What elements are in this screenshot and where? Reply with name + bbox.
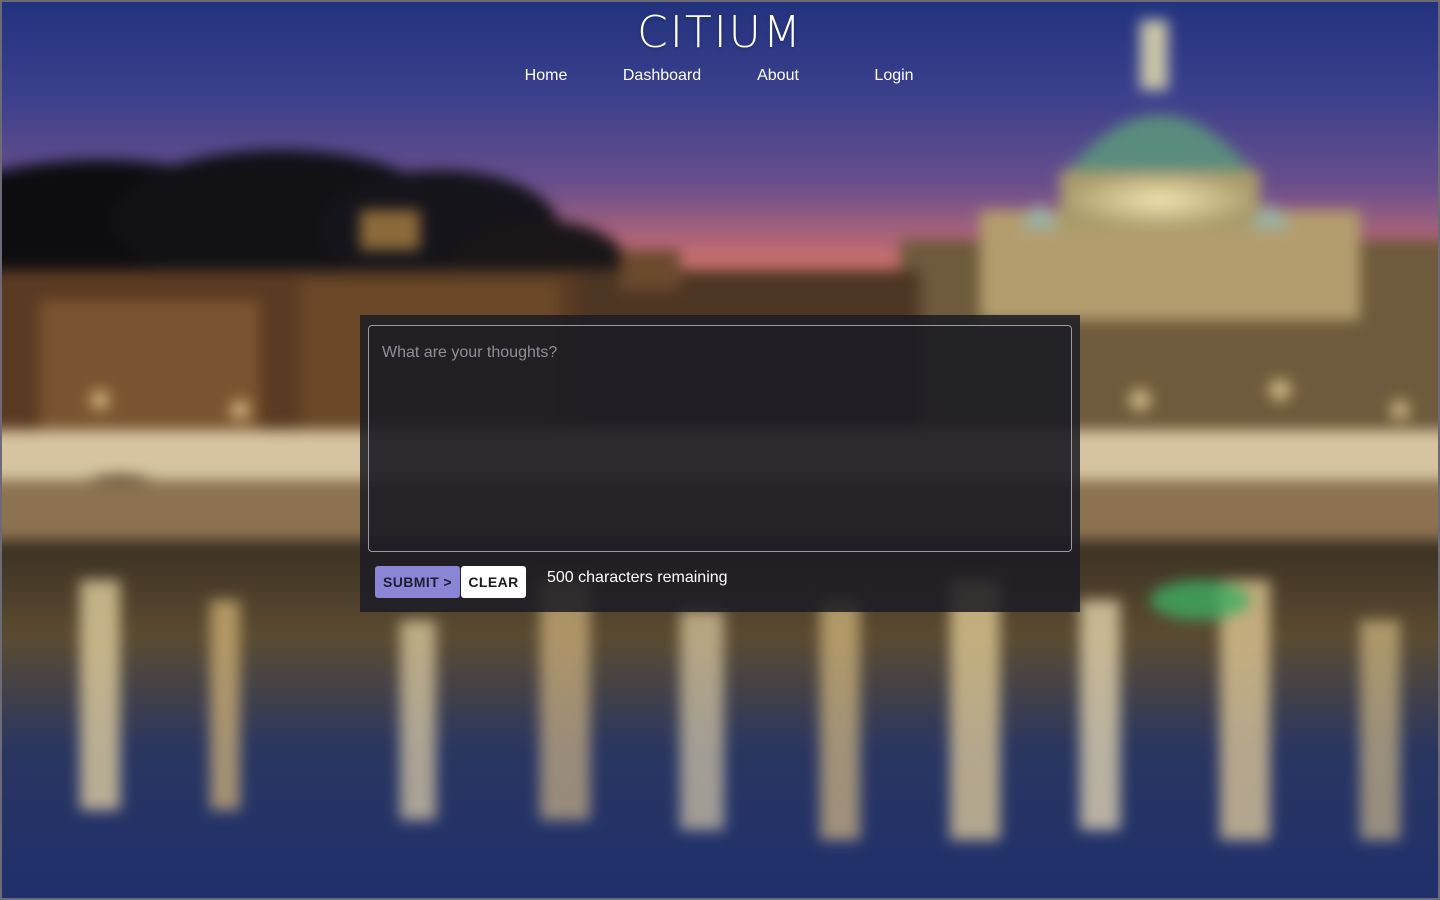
nav-home-link[interactable]: Home — [488, 64, 604, 88]
submit-button[interactable]: SUBMIT > — [375, 566, 460, 598]
post-composer: SUBMIT > CLEAR 500 characters remaining — [360, 315, 1080, 612]
site-title: CITIUM — [637, 7, 803, 58]
thoughts-textarea[interactable] — [368, 325, 1072, 552]
clear-button[interactable]: CLEAR — [461, 566, 526, 598]
nav-dashboard-link[interactable]: Dashboard — [604, 64, 720, 88]
main-nav: Home Dashboard About Login — [488, 64, 952, 88]
character-counter: 500 characters remaining — [547, 569, 728, 586]
nav-about-link[interactable]: About — [720, 64, 836, 88]
nav-login-link[interactable]: Login — [836, 64, 952, 88]
